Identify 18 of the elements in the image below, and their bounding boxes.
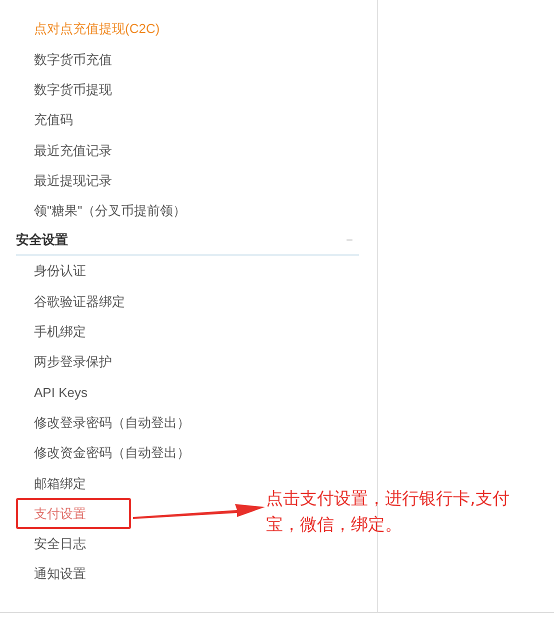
menu-item[interactable]: 通知设置 <box>16 564 86 584</box>
menu-item[interactable]: 邮箱绑定 <box>16 474 86 494</box>
menu-item[interactable]: 修改资金密码（自动登出） <box>16 443 190 463</box>
menu-item[interactable]: 身份认证 <box>16 261 86 281</box>
menu-item[interactable]: 充值码 <box>16 110 73 130</box>
menu-item[interactable]: 最近充值记录 <box>16 140 112 160</box>
menu-item[interactable]: 手机绑定 <box>16 322 86 342</box>
menu-item[interactable]: 领"糖果"（分叉币提前领） <box>16 201 186 221</box>
menu-item[interactable]: API Keys <box>16 382 88 402</box>
annotation-text: 点击支付设置，进行银行卡,支付宝，微信，绑定。 <box>266 488 510 537</box>
menu-item[interactable]: 数字货币充值 <box>16 50 112 70</box>
menu-item[interactable]: 修改登录密码（自动登出） <box>16 412 190 432</box>
menu-item[interactable]: 两步登录保护 <box>16 352 112 372</box>
menu-item[interactable]: 安全日志 <box>16 534 86 554</box>
menu-item[interactable]: 最近提现记录 <box>16 170 112 190</box>
menu-item[interactable]: 谷歌验证器绑定 <box>16 292 125 312</box>
section-title: 安全设置 <box>16 231 68 250</box>
menu-item[interactable]: 数字货币提现 <box>16 80 112 100</box>
